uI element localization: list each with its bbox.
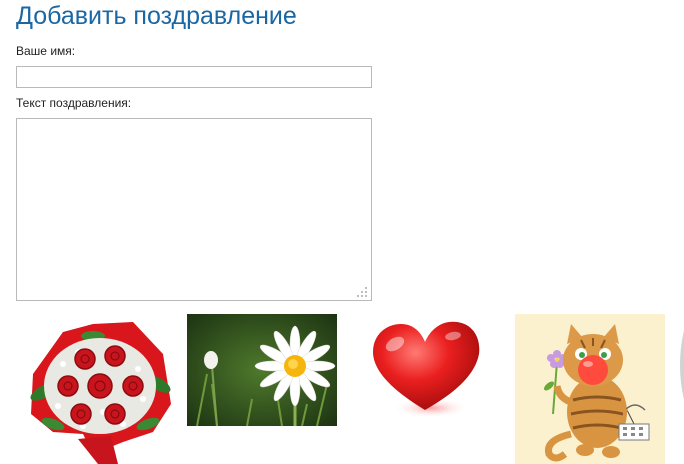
red-heart-icon: [365, 314, 485, 424]
page-title: Добавить поздравление: [16, 2, 297, 30]
resize-grip-icon[interactable]: [356, 286, 368, 298]
partial-gift-icon: [680, 330, 684, 400]
cat-with-flower-icon: [515, 314, 665, 464]
greeting-text-label: Текст поздравления:: [16, 96, 132, 110]
name-label: Ваше имя:: [16, 44, 76, 58]
gift-rose-bouquet[interactable]: [23, 314, 173, 464]
gift-cat-with-flower[interactable]: [515, 314, 665, 464]
gift-partial[interactable]: [676, 330, 684, 400]
add-greeting-page: Добавить поздравление Ваше имя: Текст по…: [0, 0, 684, 464]
daisy-icon: [187, 314, 337, 426]
greeting-text-area[interactable]: [16, 118, 372, 301]
rose-bouquet-icon: [23, 314, 173, 464]
gift-red-heart[interactable]: [365, 314, 485, 424]
gift-daisy[interactable]: [187, 314, 337, 426]
name-input[interactable]: [16, 66, 372, 88]
